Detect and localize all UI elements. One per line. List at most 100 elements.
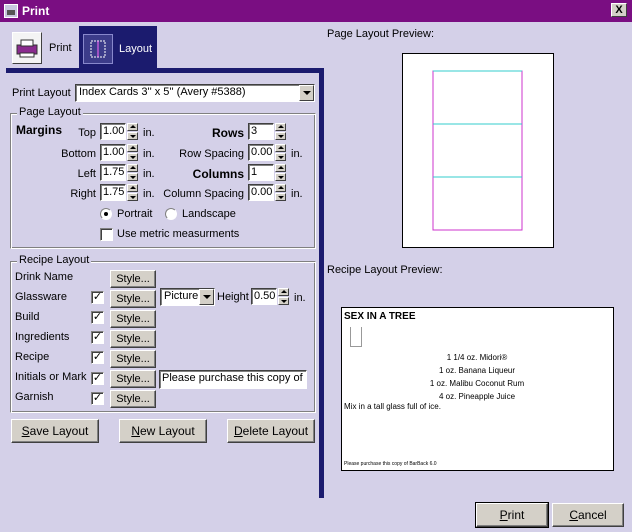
drink-name-style-button[interactable]: Style... [110,270,156,288]
bottom-label: Bottom [61,148,96,160]
metric-checkbox[interactable] [100,228,113,241]
initials-style-button[interactable]: Style... [110,370,156,388]
glass-icon [350,327,362,347]
rows-input[interactable]: 3 [248,123,274,140]
preview-drink-name: SEX IN A TREE [344,311,416,322]
page-layout-preview-label: Page Layout Preview: [327,28,435,40]
tab-print[interactable]: Print [10,30,78,68]
initials-input[interactable]: Please purchase this copy of [159,370,307,389]
column-spacing-label: Column Spacing [163,188,244,200]
tab-layout-label: Layout [119,43,153,55]
left-margin-input[interactable]: 1.75 [100,164,126,181]
columns-input[interactable]: 1 [248,164,274,181]
chevron-down-icon[interactable] [299,85,314,101]
top-unit: in. [143,127,155,139]
landscape-label: Landscape [182,208,236,220]
tab-layout[interactable]: Layout [79,26,157,70]
print-layout-select[interactable]: Index Cards 3'' x 5'' (Avery #5388) [75,84,315,102]
preview-footer-text: Please purchase this copy of BarBack 6.0 [344,461,437,467]
recipe-checkbox[interactable]: ✓ [91,351,104,364]
recipe-layout-preview: SEX IN A TREE 1 1/4 oz. Midori® 1 oz. Ba… [341,307,614,471]
columns-spinner[interactable] [275,164,286,181]
close-button[interactable]: X [611,3,627,17]
portrait-radio[interactable] [100,208,112,220]
height-label: Height [217,291,249,303]
printer-app-icon [4,4,18,18]
cancel-button[interactable]: Cancel [552,503,624,527]
page-layout-preview-drawing [432,70,523,231]
garnish-label: Garnish [15,391,54,403]
glass-type-select[interactable]: Picture [160,288,215,306]
right-label: Right [70,188,96,200]
print-layout-label: Print Layout [12,87,71,99]
top-margin-spinner[interactable] [127,123,138,140]
portrait-label: Portrait [117,208,153,220]
glassware-style-button[interactable]: Style... [110,290,156,308]
glassware-label: Glassware [15,291,67,303]
top-label: Top [78,127,96,139]
garnish-checkbox[interactable]: ✓ [91,392,104,405]
rows-spinner[interactable] [275,123,286,140]
tab-print-label: Print [49,42,72,54]
column-spacing-input[interactable]: 0.00 [248,184,274,201]
build-label: Build [15,311,40,323]
print-button[interactable]: Print [475,502,549,528]
row-spacing-input[interactable]: 0.00 [248,144,274,161]
drink-name-label: Drink Name [15,271,74,283]
initials-label: Initials or Mark [15,371,87,383]
row-spacing-label: Row Spacing [179,148,244,160]
bottom-margin-input[interactable]: 1.00 [100,144,126,161]
panel-border-top [6,68,324,73]
preview-ingredient: 4 oz. Pineapple Juice [438,392,516,401]
page-layout-legend: Page Layout [17,106,83,118]
chevron-down-icon[interactable] [199,289,214,305]
recipe-layout-preview-label: Recipe Layout Preview: [327,264,443,276]
bottom-margin-spinner[interactable] [127,144,138,161]
metric-label: Use metric measurments [117,228,240,240]
recipe-style-button[interactable]: Style... [110,350,156,368]
left-margin-spinner[interactable] [127,164,138,181]
save-layout-button[interactable]: Save Layout [11,419,99,443]
height-spinner[interactable] [278,288,289,305]
rows-label: Rows [211,126,244,140]
printer-icon [12,32,42,64]
new-layout-button[interactable]: New Layout [119,419,207,443]
height-input[interactable]: 0.50 [251,288,277,305]
right-margin-spinner[interactable] [127,184,138,201]
layout-icon [83,34,113,64]
preview-ingredient: 1 oz. Banana Liqueur [438,366,516,375]
glassware-checkbox[interactable]: ✓ [91,291,104,304]
preview-recipe-text: Mix in a tall glass full of ice. [344,402,441,411]
glass-type-value: Picture [164,290,199,302]
ingredients-label: Ingredients [15,331,70,343]
ingredients-checkbox[interactable]: ✓ [91,331,104,344]
margins-label: Margins [16,123,63,137]
top-margin-input[interactable]: 1.00 [100,123,126,140]
delete-layout-button[interactable]: Delete Layout [227,419,315,443]
height-unit: in. [294,292,306,304]
window-title: Print [22,4,50,18]
title-bar: Print X [0,0,632,22]
left-label: Left [77,168,96,180]
row-spacing-unit: in. [291,148,303,160]
initials-checkbox[interactable]: ✓ [91,372,104,385]
ingredients-style-button[interactable]: Style... [110,330,156,348]
recipe-layout-legend: Recipe Layout [17,254,92,266]
build-checkbox[interactable]: ✓ [91,311,104,324]
recipe-label: Recipe [15,351,50,363]
right-margin-input[interactable]: 1.75 [100,184,126,201]
page-layout-preview [402,53,554,248]
print-layout-value: Index Cards 3'' x 5'' (Avery #5388) [79,86,246,98]
preview-ingredient: 1 1/4 oz. Midori® [446,353,508,362]
landscape-radio[interactable] [165,208,177,220]
column-spacing-spinner[interactable] [275,184,286,201]
columns-label: Columns [192,167,244,181]
build-style-button[interactable]: Style... [110,310,156,328]
column-spacing-unit: in. [291,188,303,200]
bottom-unit: in. [143,148,155,160]
preview-ingredient: 1 oz. Malibu Coconut Rum [429,379,525,388]
left-unit: in. [143,168,155,180]
garnish-style-button[interactable]: Style... [110,390,156,408]
panel-border-right [319,68,324,498]
row-spacing-spinner[interactable] [275,144,286,161]
